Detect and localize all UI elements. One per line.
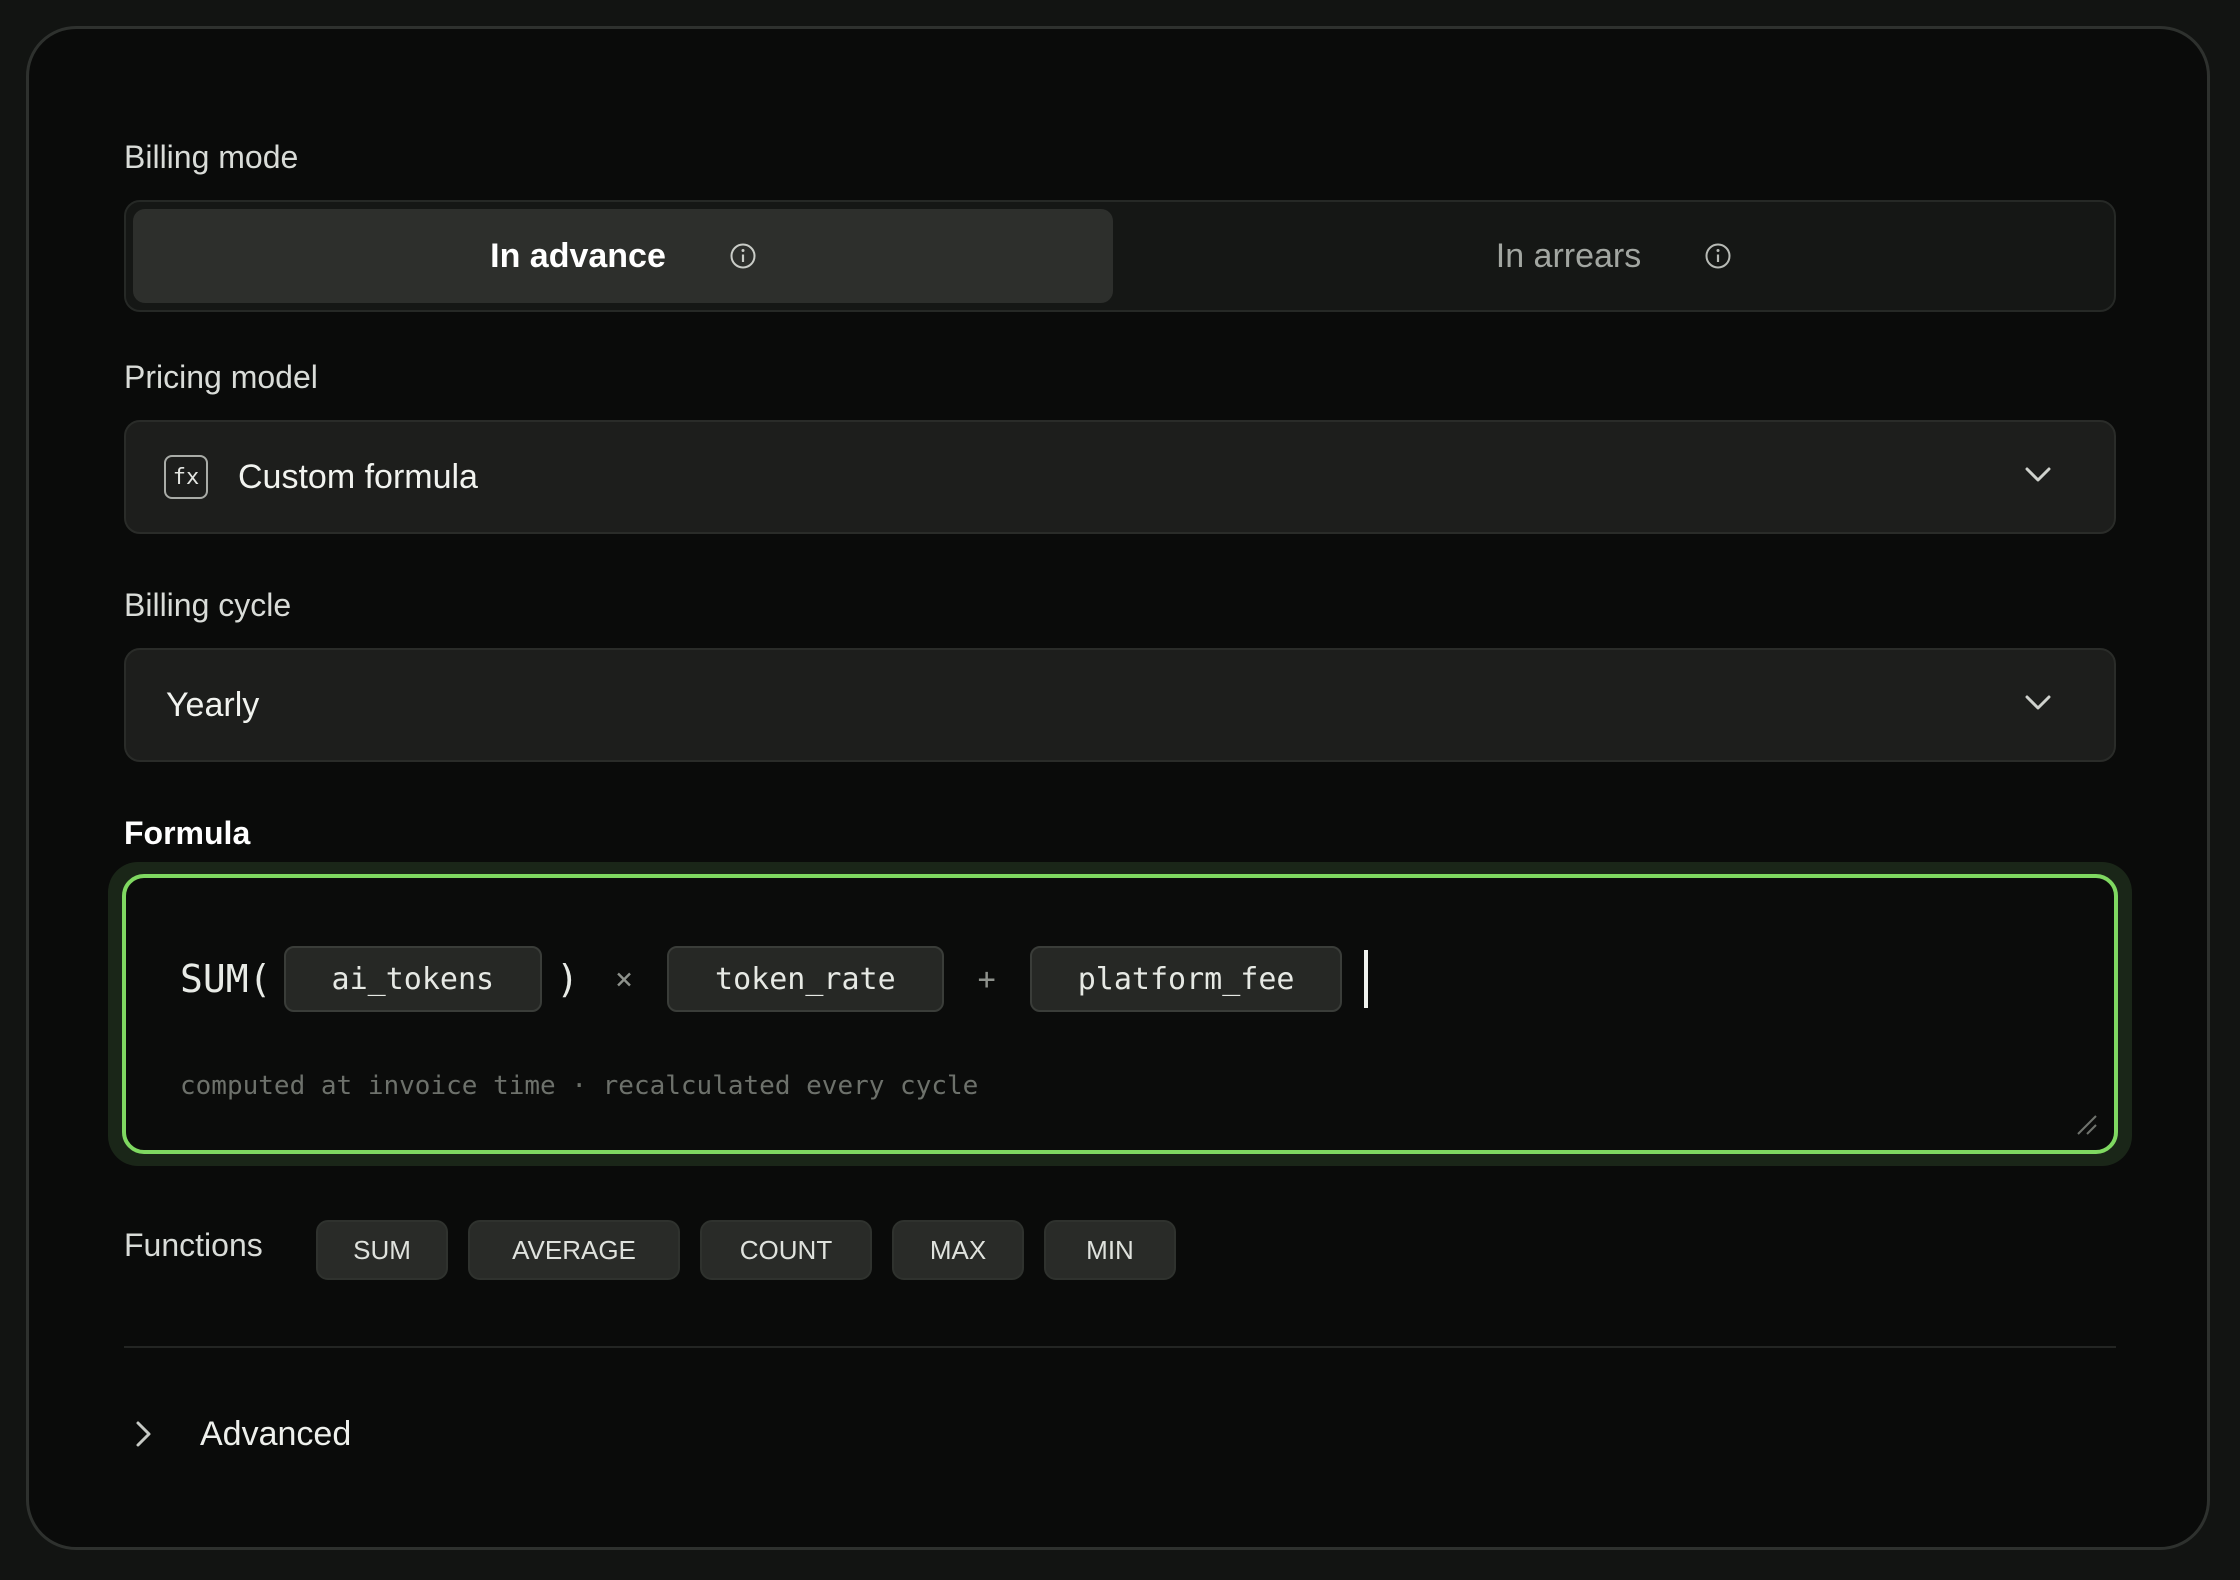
formula-operator-multiply: × [614,961,634,997]
formula-hint: computed at invoice time · recalculated … [180,1071,979,1101]
billing-mode-in-arrears[interactable]: In arrears [1121,209,2106,303]
function-buttons: SUM AVERAGE COUNT MAX MIN [316,1220,1196,1280]
section-divider [124,1346,2116,1348]
functions-label: Functions [124,1227,263,1263]
formula-token-platform-fee[interactable]: platform_fee [1029,946,1343,1012]
formula-editor[interactable]: SUM( ai_tokens ) × token_rate + platform… [122,874,2118,1154]
advanced-label: Advanced [200,1414,352,1453]
billing-mode-in-advance-label: In advance [490,236,666,275]
billing-mode-label: Billing mode [124,139,299,175]
function-count-button[interactable]: COUNT [700,1220,872,1280]
pricing-model-label: Pricing model [124,359,318,395]
pricing-model-value: Custom formula [238,457,478,496]
pricing-model-select[interactable]: fx Custom formula [124,420,2116,534]
billing-mode-in-advance[interactable]: In advance [133,209,1113,303]
billing-cycle-select[interactable]: Yearly [124,648,2116,762]
formula-token-ai-tokens[interactable]: ai_tokens [283,946,543,1012]
info-icon[interactable] [730,243,756,269]
chevron-down-icon [2025,695,2051,710]
billing-mode-toggle: In advance In arrears [124,200,2116,312]
advanced-toggle[interactable]: Advanced [124,1404,351,1464]
chevron-right-icon [136,1421,151,1447]
formula-expression: SUM( ai_tokens ) × token_rate + platform… [180,944,1369,1014]
function-min-button[interactable]: MIN [1044,1220,1176,1280]
function-average-button[interactable]: AVERAGE [468,1220,680,1280]
chevron-down-icon [2025,467,2051,482]
billing-mode-in-arrears-label: In arrears [1495,236,1642,275]
formula-function: SUM( [180,957,272,1001]
formula-close-paren: ) [556,957,579,1001]
resize-handle-icon[interactable] [2074,1112,2098,1136]
function-sum-button[interactable]: SUM [316,1220,448,1280]
formula-token-token-rate[interactable]: token_rate [667,946,944,1012]
formula-label: Formula [124,815,251,851]
text-caret [1364,950,1369,1008]
billing-cycle-value: Yearly [166,685,260,724]
function-max-button[interactable]: MAX [892,1220,1024,1280]
billing-cycle-label: Billing cycle [124,587,292,623]
info-icon[interactable] [1705,243,1731,269]
formula-operator-plus: + [977,961,996,997]
formula-icon: fx [164,455,208,499]
